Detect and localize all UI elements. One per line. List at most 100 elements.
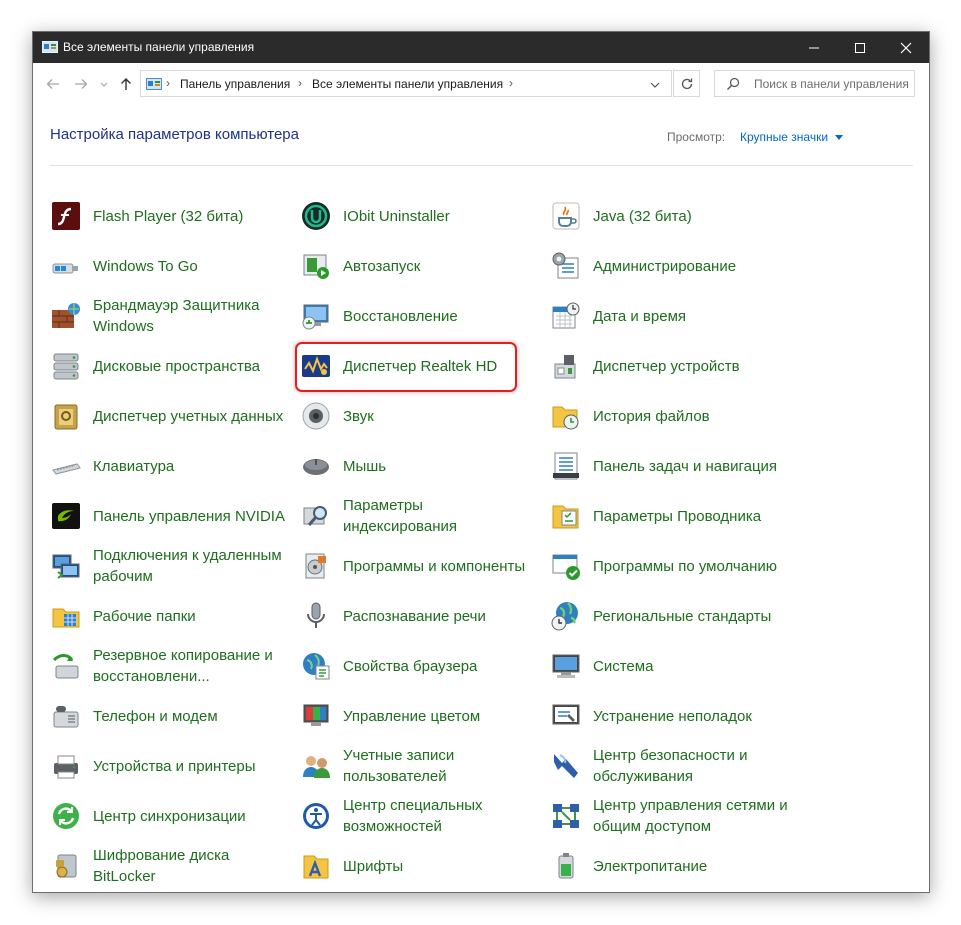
mouse-icon <box>303 459 329 475</box>
item-keyboard[interactable]: Клавиатура <box>50 443 290 489</box>
breadcrumb-all-items[interactable]: Все элементы панели управления <box>312 77 503 91</box>
ease-of-access-icon <box>303 803 329 829</box>
up-button[interactable] <box>116 74 136 94</box>
item-label: Диспетчер Realtek HD <box>343 357 498 375</box>
item-label: Центр синхронизации <box>93 807 246 825</box>
firewall-icon <box>52 303 80 328</box>
search-box[interactable]: Поиск в панели управления <box>714 70 915 97</box>
item-speech-recognition[interactable]: Распознавание речи <box>300 593 540 639</box>
date-time-icon <box>552 302 580 329</box>
item-nvidia[interactable]: Панель управления NVIDIA <box>50 493 290 539</box>
maximize-button[interactable] <box>837 32 883 63</box>
item-label: Устройства и принтеры <box>93 757 256 775</box>
chevron-right-icon[interactable]: › <box>298 76 302 90</box>
back-button[interactable] <box>43 74 63 94</box>
item-sync-center[interactable]: Центр синхронизации <box>50 793 290 839</box>
minimize-button[interactable] <box>791 32 837 63</box>
item-recovery[interactable]: Восстановление <box>300 293 540 339</box>
item-remote-desktop[interactable]: Подключения к удаленным рабочим <box>50 543 290 589</box>
item-date-time[interactable]: Дата и время <box>550 293 790 339</box>
item-network-sharing[interactable]: Центр управления сетями и общим доступом <box>550 793 790 839</box>
item-label: Устранение неполадок <box>593 707 752 725</box>
arrow-right-icon <box>75 79 88 89</box>
item-region[interactable]: Региональные стандарты <box>550 593 790 639</box>
item-label: Клавиатура <box>93 457 175 475</box>
speech-recognition-icon <box>307 602 325 628</box>
item-label: Программы по умолчанию <box>593 557 777 575</box>
item-internet-options[interactable]: Свойства браузера <box>300 643 540 689</box>
item-user-accounts[interactable]: Учетные записи пользователей <box>300 743 540 789</box>
item-label: Восстановление <box>343 307 458 325</box>
item-firewall[interactable]: Брандмауэр Защитника Windows <box>50 293 290 339</box>
item-administrative-tools[interactable]: Администрирование <box>550 243 790 289</box>
fonts-icon <box>303 855 329 879</box>
item-autoplay[interactable]: Автозапуск <box>300 243 540 289</box>
forward-button[interactable] <box>71 74 91 94</box>
address-bar[interactable]: › Панель управления › Все элементы панел… <box>140 70 672 97</box>
item-indexing-options[interactable]: Параметры индексирования <box>300 493 540 539</box>
caret-down-icon[interactable] <box>835 135 843 140</box>
item-system[interactable]: Система <box>550 643 790 689</box>
indexing-options-icon <box>303 506 327 526</box>
item-label: Мышь <box>343 457 387 475</box>
window-title: Все элементы панели управления <box>63 40 255 54</box>
item-storage-spaces[interactable]: Дисковые пространства <box>50 343 290 389</box>
storage-spaces-icon <box>53 353 79 380</box>
item-sound[interactable]: Звук <box>300 393 540 439</box>
keyboard-icon <box>52 463 81 475</box>
item-file-history[interactable]: История файлов <box>550 393 790 439</box>
minimize-icon <box>809 47 819 49</box>
close-icon <box>900 42 912 54</box>
item-device-manager[interactable]: Диспетчер устройств <box>550 343 790 389</box>
item-taskbar-navigation[interactable]: Панель задач и навигация <box>550 443 790 489</box>
item-java[interactable]: Java (32 бита) <box>550 193 790 239</box>
item-realtek-hd[interactable]: Диспетчер Realtek HD <box>300 343 540 389</box>
recent-locations-button[interactable] <box>95 74 115 94</box>
item-phone-modem[interactable]: Телефон и модем <box>50 693 290 739</box>
bitlocker-icon <box>56 854 77 878</box>
close-button[interactable] <box>883 32 929 63</box>
sound-icon <box>302 402 330 430</box>
refresh-button[interactable] <box>673 70 700 97</box>
item-troubleshooting[interactable]: Устранение неполадок <box>550 693 790 739</box>
title-bar[interactable]: Все элементы панели управления <box>33 32 929 63</box>
item-flash-player[interactable]: Flash Player (32 бита) <box>50 193 290 239</box>
item-power-options[interactable]: Электропитание <box>550 843 790 889</box>
view-label: Просмотр: <box>667 130 726 144</box>
item-label: Брандмауэр Защитника Windows <box>93 297 260 335</box>
credential-manager-icon <box>54 404 78 430</box>
refresh-icon <box>681 78 693 90</box>
item-bitlocker[interactable]: Шифрование диска BitLocker <box>50 843 290 889</box>
item-windows-to-go[interactable]: Windows To Go <box>50 243 290 289</box>
chevron-right-icon[interactable]: › <box>166 76 170 90</box>
chevron-right-icon[interactable]: › <box>509 76 513 90</box>
administrative-tools-icon <box>552 252 579 279</box>
item-ease-of-access[interactable]: Центр специальных возможностей <box>300 793 540 839</box>
item-devices-printers[interactable]: Устройства и принтеры <box>50 743 290 789</box>
breadcrumb-control-panel[interactable]: Панель управления <box>180 77 290 91</box>
item-backup-restore[interactable]: Резервное копирование и восстановлени... <box>50 643 290 689</box>
item-security-maintenance[interactable]: Центр безопасности и обслуживания <box>550 743 790 789</box>
nvidia-icon <box>52 503 80 529</box>
item-credential-manager[interactable]: Диспетчер учетных данных <box>50 393 290 439</box>
item-default-programs[interactable]: Программы по умолчанию <box>550 543 790 589</box>
recovery-icon <box>302 304 329 330</box>
item-label: Windows To Go <box>93 257 198 275</box>
item-explorer-options[interactable]: Параметры Проводника <box>550 493 790 539</box>
item-programs-features[interactable]: Программы и компоненты <box>300 543 540 589</box>
chevron-down-icon[interactable] <box>649 80 661 90</box>
search-input[interactable]: Поиск в панели управления <box>754 77 909 91</box>
item-label: Шифрование диска BitLocker <box>93 847 230 885</box>
backup-restore-icon <box>52 654 79 679</box>
view-mode-dropdown[interactable]: Крупные значки <box>740 130 828 144</box>
system-icon <box>552 654 580 678</box>
chevron-down-icon <box>100 82 108 87</box>
item-label: Резервное копирование и восстановлени... <box>93 647 273 685</box>
item-iobit-uninstaller[interactable]: IObit Uninstaller <box>300 193 540 239</box>
item-color-management[interactable]: Управление цветом <box>300 693 540 739</box>
item-fonts[interactable]: Шрифты <box>300 843 540 889</box>
item-work-folders[interactable]: Рабочие папки <box>50 593 290 639</box>
flash-player-icon <box>52 202 80 230</box>
item-mouse[interactable]: Мышь <box>300 443 540 489</box>
item-label: Параметры Проводника <box>593 507 762 525</box>
